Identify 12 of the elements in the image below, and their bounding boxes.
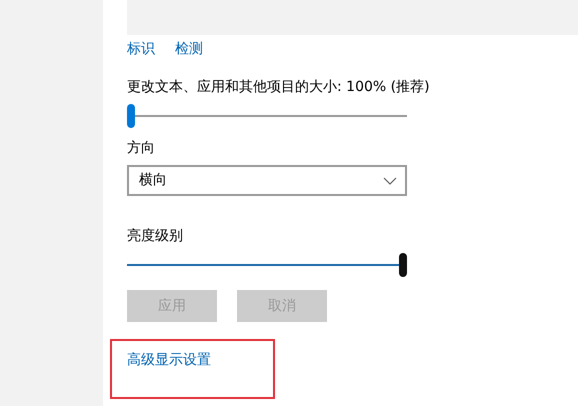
link[interactable]: 标识 — [127, 40, 155, 58]
slider-thumb[interactable] — [127, 104, 135, 128]
link[interactable]: 检测 — [175, 40, 203, 58]
orientation-label: 方向 — [127, 139, 156, 157]
slider[interactable] — [127, 104, 407, 128]
brightness-label: 亮度级别 — [127, 227, 184, 245]
chevron-down-icon — [383, 176, 397, 184]
slider-thumb[interactable] — [399, 253, 407, 277]
advanced-display-settings-link[interactable]: 高级显示设置 — [127, 352, 211, 368]
scale-label: 更改文本、应用和其他项目的大小: 100% (推荐) — [127, 78, 431, 96]
orientation-dropdown[interactable]: 横向 — [127, 165, 407, 196]
slider[interactable] — [127, 253, 407, 277]
